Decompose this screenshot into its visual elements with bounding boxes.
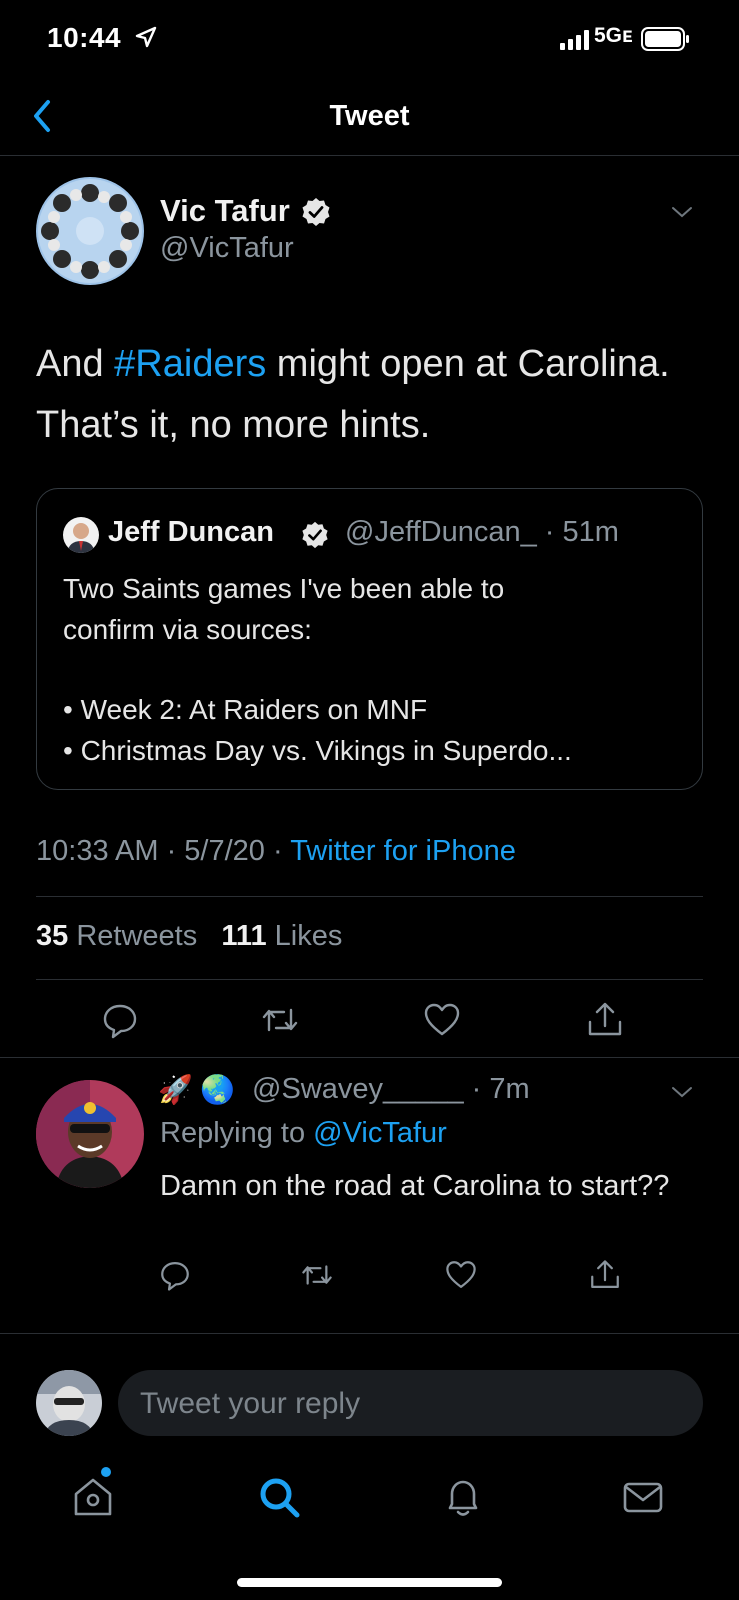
reply-text: Damn on the road at Carolina to start?? — [160, 1170, 670, 1202]
quoted-text-line: • Week 2: At Raiders on MNF — [63, 694, 428, 725]
source-link[interactable]: Twitter for iPhone — [290, 835, 516, 867]
retweet-icon[interactable] — [260, 1000, 300, 1040]
author-handle[interactable]: @VicTafur — [160, 232, 294, 265]
location-arrow-icon — [135, 26, 157, 48]
tweet-text-start: And — [36, 343, 115, 385]
reply-chevron-down-icon[interactable] — [671, 1085, 693, 1099]
cellular-signal-icon — [560, 30, 589, 50]
quoted-text-line: confirm via sources: — [63, 614, 312, 645]
network-type: 5Gᴇ — [594, 24, 633, 47]
home-indicator[interactable] — [237, 1578, 502, 1587]
status-time: 10:44 — [47, 22, 122, 53]
search-icon[interactable] — [256, 1474, 302, 1520]
hashtag-link[interactable]: #Raiders — [114, 343, 266, 385]
divider — [36, 896, 703, 897]
divider — [0, 1333, 739, 1334]
replying-mention-link[interactable]: @VicTafur — [313, 1117, 447, 1149]
quoted-text-spacer — [63, 650, 683, 689]
reply-reply-icon[interactable] — [158, 1258, 192, 1292]
rocket-emoji: 🚀 — [158, 1074, 193, 1105]
replying-prefix: Replying to — [160, 1117, 314, 1149]
reply-input-placeholder[interactable]: Tweet your reply — [140, 1387, 360, 1421]
quoted-text: Two Saints games I've been able to confi… — [63, 568, 683, 771]
retweets-count[interactable]: 35 — [36, 920, 68, 952]
quoted-text-line: • Christmas Day vs. Vikings in Superdo..… — [63, 735, 572, 766]
divider — [36, 979, 703, 980]
notifications-icon[interactable] — [440, 1474, 486, 1520]
home-notification-dot — [101, 1467, 111, 1477]
reply-share-icon[interactable] — [588, 1258, 622, 1292]
nav-divider — [0, 155, 739, 156]
quoted-author-avatar — [63, 517, 99, 553]
verified-badge-icon — [302, 198, 330, 226]
like-icon[interactable] — [422, 1000, 462, 1040]
globe-emoji: 🌏 — [200, 1074, 235, 1105]
replying-to: Replying to @VicTafur — [160, 1117, 447, 1150]
home-icon[interactable] — [70, 1474, 116, 1520]
likes-count[interactable]: 111 — [221, 920, 266, 952]
timestamp-text: 10:33 AM · 5/7/20 · — [36, 835, 291, 867]
share-icon[interactable] — [585, 1000, 625, 1040]
reply-handle-time[interactable]: @Swavey_____ · 7m — [252, 1073, 530, 1106]
retweets-label[interactable]: Retweets — [68, 920, 197, 952]
tweet-text: And #Raiders might open at Carolina. Tha… — [36, 334, 716, 456]
reply-icon[interactable] — [100, 1000, 140, 1040]
quoted-handle-time: @JeffDuncan_ · 51m — [345, 516, 619, 548]
tweet-stats: 35 Retweets 111 Likes — [36, 920, 342, 953]
tweet-timestamp: 10:33 AM · 5/7/20 · Twitter for iPhone — [36, 835, 516, 868]
likes-label[interactable]: Likes — [267, 920, 343, 952]
my-avatar — [36, 1370, 102, 1436]
reply-author-avatar[interactable] — [36, 1080, 144, 1188]
chevron-down-icon[interactable] — [671, 205, 693, 219]
messages-icon[interactable] — [620, 1474, 666, 1520]
divider — [0, 1057, 739, 1058]
battery-icon — [641, 27, 689, 51]
author-name[interactable]: Vic Tafur — [160, 193, 290, 229]
quoted-author-name: Jeff Duncan — [108, 516, 274, 548]
page-title: Tweet — [329, 100, 410, 132]
quoted-verified-badge-icon — [302, 521, 328, 549]
reply-like-icon[interactable] — [444, 1258, 478, 1292]
reply-retweet-icon[interactable] — [300, 1258, 334, 1292]
author-avatar[interactable] — [36, 177, 144, 285]
quoted-text-line: Two Saints games I've been able to — [63, 573, 505, 604]
